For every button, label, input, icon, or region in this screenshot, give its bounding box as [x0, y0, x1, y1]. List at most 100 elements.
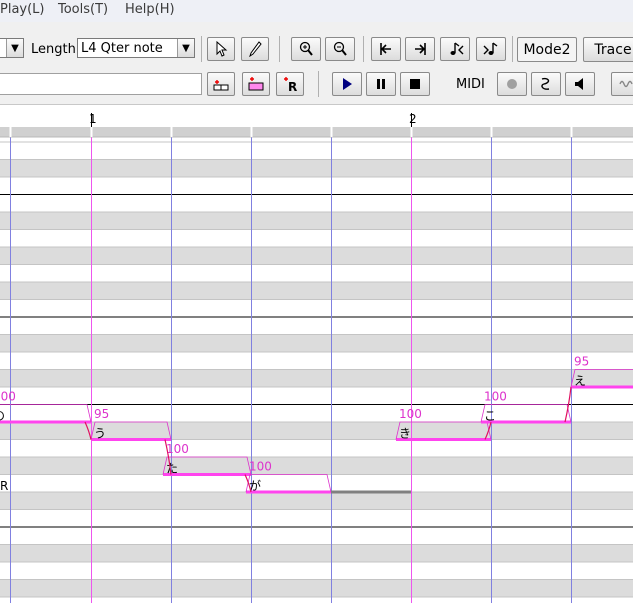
key-row: [0, 177, 633, 195]
key-row: [0, 579, 633, 597]
next-note-icon: [483, 42, 498, 55]
key-row: [0, 264, 633, 282]
menu-bar: Play(L) Tools(T) Help(H): [0, 0, 633, 22]
length-label: Length: [31, 42, 76, 57]
key-row: [0, 387, 633, 405]
divider: [279, 36, 280, 62]
key-row: [0, 194, 633, 212]
note-velocity: 95: [574, 355, 589, 369]
trace-label: Trace: [594, 41, 632, 58]
zoom-out-button[interactable]: [325, 37, 355, 61]
mode2-label: Mode2: [523, 41, 571, 58]
add-note-button[interactable]: [207, 72, 235, 96]
key-row: [0, 317, 633, 335]
select-tool-button[interactable]: [207, 37, 235, 61]
key-row: [0, 492, 633, 510]
repeat-button[interactable]: [531, 72, 561, 96]
note-velocity: 100: [484, 390, 507, 404]
next-note-button[interactable]: [476, 37, 506, 61]
divider: [512, 36, 513, 62]
key-row: [0, 439, 633, 457]
note-lyric: R: [0, 479, 8, 493]
key-row: [0, 597, 633, 607]
key-row: [0, 299, 633, 317]
lyric-input[interactable]: [0, 73, 202, 95]
add-rest-button[interactable]: R: [276, 72, 304, 96]
svg-text:R: R: [288, 80, 297, 92]
note-velocity: 100: [0, 390, 16, 404]
key-row: [0, 474, 633, 492]
timeline-ruler[interactable]: 12: [0, 105, 633, 138]
key-row: [0, 142, 633, 160]
partial-dropdown[interactable]: ▼: [0, 38, 24, 58]
ruler-strip: [0, 127, 633, 137]
stop-button[interactable]: [400, 72, 430, 96]
key-row: [0, 159, 633, 177]
piano-roll[interactable]: 12 の100う95た100が100Rき100こ100え95: [0, 105, 633, 607]
key-row: [0, 352, 633, 370]
divider: [363, 36, 364, 62]
speaker-button[interactable]: [565, 72, 595, 96]
key-row: [0, 334, 633, 352]
speaker-icon: [575, 78, 583, 90]
midi-label: MIDI: [456, 77, 485, 92]
note-lyric: う: [94, 427, 106, 441]
zoom-out-icon: [333, 41, 347, 56]
menu-tools[interactable]: Tools(T): [58, 2, 108, 17]
zoom-in-button[interactable]: [291, 37, 321, 61]
go-start-button[interactable]: [371, 37, 401, 61]
toolbar-main: ▼ Length L4 Qter note ▼ Mode2 Trace: [0, 22, 633, 68]
note-lyric: え: [574, 374, 586, 388]
key-row: [0, 527, 633, 545]
key-row: [0, 247, 633, 265]
pencil-tool-button[interactable]: [241, 37, 269, 61]
note-velocity: 100: [166, 442, 189, 456]
note-lyric: の: [0, 409, 5, 423]
prev-note-button[interactable]: [440, 37, 470, 61]
pointer-icon: [216, 41, 228, 57]
record-button[interactable]: [497, 72, 527, 96]
key-row: [0, 282, 633, 300]
key-row: [0, 562, 633, 580]
record-icon: [507, 79, 517, 89]
length-value: L4 Qter note: [81, 41, 163, 56]
trace-button[interactable]: Trace: [583, 37, 633, 62]
menu-play[interactable]: Play(L): [0, 2, 45, 17]
stop-icon: [410, 79, 420, 89]
note-lyric: き: [399, 427, 411, 441]
key-row: [0, 457, 633, 475]
zoom-in-icon: [299, 41, 313, 56]
divider: [318, 71, 319, 97]
note-velocity: 100: [249, 460, 272, 474]
waveform-button[interactable]: [611, 72, 633, 96]
go-end-icon: [415, 43, 426, 55]
key-row: [0, 509, 633, 527]
add-segment-icon: [248, 77, 264, 91]
bar-number-1: 1: [89, 112, 97, 126]
go-end-button[interactable]: [405, 37, 435, 61]
add-note-icon: [213, 80, 229, 91]
length-select[interactable]: L4 Qter note ▼: [77, 38, 195, 58]
pause-icon: [377, 79, 385, 89]
prev-note-icon: [450, 42, 464, 55]
waveform-icon: [619, 80, 633, 88]
bar-number-2: 2: [409, 112, 417, 126]
key-row: [0, 544, 633, 562]
pencil-icon: [249, 41, 262, 57]
pause-button[interactable]: [366, 72, 396, 96]
divider: [201, 36, 202, 62]
key-row: [0, 369, 633, 387]
go-start-icon: [380, 43, 391, 55]
note-lyric: こ: [484, 409, 496, 423]
add-rest-icon: R: [284, 77, 297, 92]
mode2-button[interactable]: Mode2: [517, 37, 577, 62]
play-button[interactable]: [332, 72, 362, 96]
note-grid: [0, 125, 633, 607]
chevron-down-icon: ▼: [177, 39, 194, 57]
add-segment-button[interactable]: [242, 72, 270, 96]
piano-roll-area[interactable]: 12 の100う95た100が100Rき100こ100え95: [0, 105, 633, 607]
note-velocity: 100: [399, 407, 422, 421]
note-lyric: た: [166, 462, 178, 476]
menu-help[interactable]: Help(H): [125, 2, 175, 17]
note-velocity: 95: [94, 407, 109, 421]
